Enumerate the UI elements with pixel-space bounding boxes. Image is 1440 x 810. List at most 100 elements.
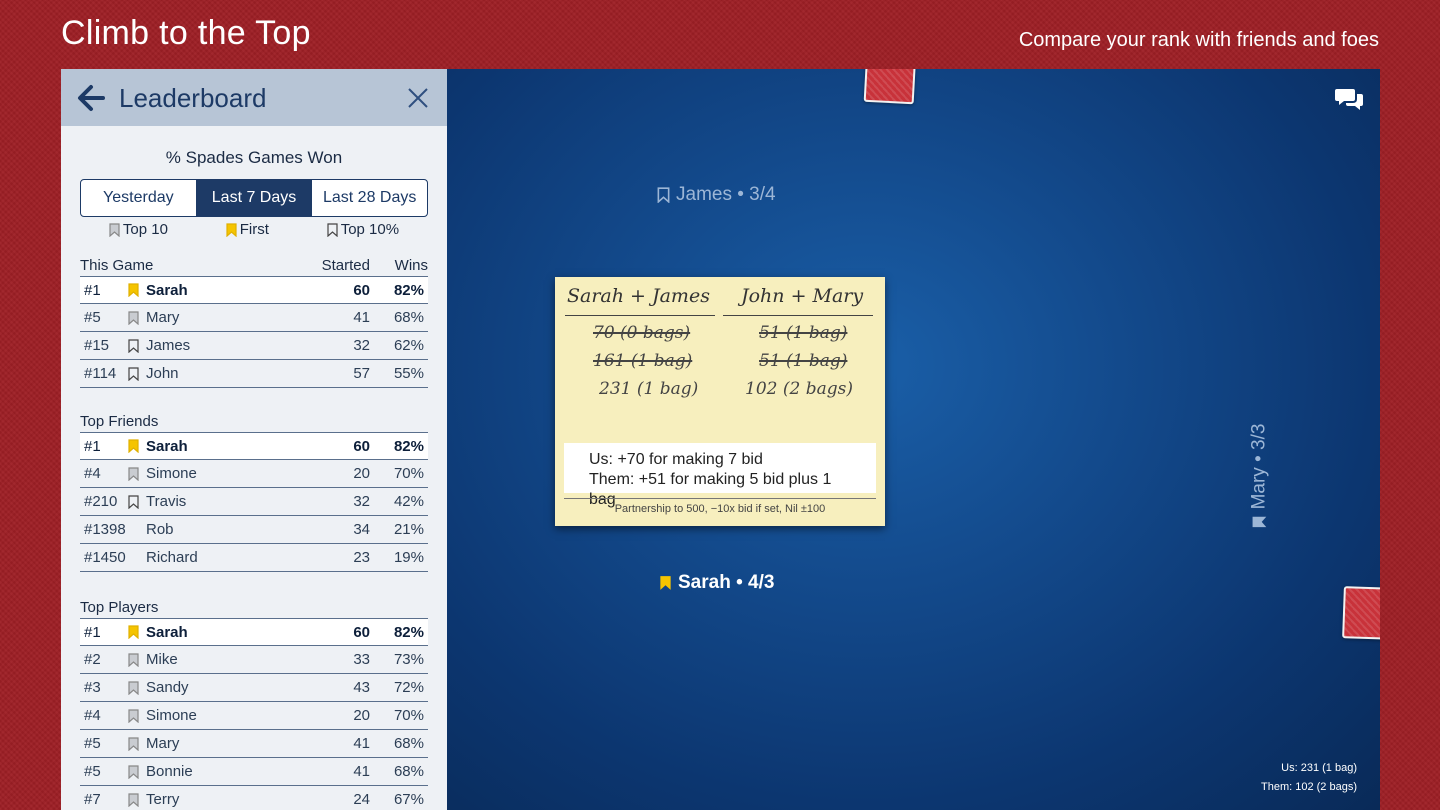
row-rank: #5 [84,309,101,326]
leaderboard-row[interactable]: #1 Sarah 60 82% [80,618,428,646]
section-title: Top Friends [80,413,159,430]
row-name: Sarah [146,281,188,299]
legend-first-label: First [239,221,269,238]
team1-rule [565,315,715,316]
row-wins: 42% [393,493,424,510]
team1-heading: Sarah + James [567,285,710,307]
row-name: James [146,337,191,354]
row-name: Simone [146,465,197,482]
row-rank: #4 [84,707,101,724]
row-name: Richard [146,549,198,566]
back-arrow-icon[interactable] [77,84,105,112]
row-wins: 72% [393,679,424,696]
row-name: Mike [146,651,178,668]
leaderboard-row[interactable]: #210 Travis 32 42% [80,488,428,516]
leaderboard-row[interactable]: #1 Sarah 60 82% [80,276,428,304]
section-title: Top Players [80,599,159,616]
leaderboard-header: Leaderboard [61,69,447,126]
player-north-label: James • 3/4 [676,184,776,205]
row-started: 41 [353,309,370,326]
leaderboard-row[interactable]: #1398 Rob 34 21% [80,516,428,544]
stat-title: % Spades Games Won [165,148,343,167]
leaderboard-row[interactable]: #2 Mike 33 73% [80,646,428,674]
row-badge [128,625,146,639]
column-wins: Wins [394,257,428,274]
leaderboard-row[interactable]: #4 Simone 20 70% [80,702,428,730]
leaderboard-row[interactable]: #3 Sandy 43 72% [80,674,428,702]
leaderboard-row[interactable]: #5 Bonnie 41 68% [80,758,428,786]
row-started: 34 [353,521,370,538]
row-wins: 82% [393,437,424,455]
team2-rule [723,315,873,316]
score-explanation: Us: +70 for making 7 bid Them: +51 for m… [564,443,876,508]
row-rank: #5 [84,763,101,780]
row-badge [128,652,146,667]
range-last-28-days-button[interactable]: Last 28 Days [312,180,427,216]
leaderboard-row[interactable]: #4 Simone 20 70% [80,460,428,488]
range-last-7-days-button[interactable]: Last 7 Days [196,180,313,216]
leaderboard-title: Leaderboard [119,83,267,113]
row-name: Simone [146,707,197,724]
section-header: Top Friends [80,410,428,432]
bookmark-grey-icon [128,680,139,695]
leaderboard-row[interactable]: #114 John 57 55% [80,360,428,388]
row-wins: 55% [393,365,424,382]
row-rank: #2 [84,651,101,668]
row-rank: #1450 [84,549,126,566]
bookmark-outline-icon [657,187,670,203]
row-badge [128,338,146,353]
row-wins: 68% [393,763,424,780]
row-badge [128,764,146,779]
bookmark-grey-icon [128,792,139,807]
row-rank: #3 [84,679,101,696]
banner-subtitle: Compare your rank with friends and foes [1018,29,1379,51]
leaderboard-row[interactable]: #1450 Richard 23 19% [80,544,428,572]
bookmark-outline-icon [128,494,139,509]
rules-text: Partnership to 500, −10x bid if set, Nil… [614,503,826,515]
leaderboard-row[interactable]: #5 Mary 41 68% [80,304,428,332]
row-wins: 19% [393,549,424,566]
row-started: 33 [353,651,370,668]
bookmark-outline-icon [128,366,139,381]
row-rank: #1 [84,281,101,299]
row-rank: #114 [84,365,117,382]
row-name: Terry [146,791,180,808]
team2-heading: John + Mary [741,285,864,307]
leaderboard-section: Top Friends #1 Sarah 60 82% #4 Simone 20 70% #210… [80,410,428,572]
badge-legend: Top 10 First Top 10% [80,221,428,238]
leaderboard-row[interactable]: #1 Sarah 60 82% [80,432,428,460]
score-summary: Us: 231 (1 bag) Them: 102 (2 bags) [1261,759,1357,797]
row-name: Bonnie [146,763,193,780]
row-started: 60 [353,437,370,455]
row-name: Rob [146,521,174,538]
row-name: Mary [146,309,180,326]
player-east-label: Mary • 3/3 [1248,423,1270,510]
leaderboard-row[interactable]: #7 Terry 24 67% [80,786,428,810]
bookmark-grey-icon [109,222,120,237]
row-rank: #5 [84,735,101,752]
row-started: 41 [353,735,370,752]
close-icon[interactable] [407,87,429,109]
bookmark-gold-icon [226,222,237,237]
row-name: John [146,365,179,382]
row-wins: 68% [393,735,424,752]
player-east[interactable]: Mary • 3/3 [1248,424,1270,529]
summary-us: Us: 231 (1 bag) [1281,762,1357,774]
chat-icon[interactable] [1334,87,1364,113]
row-badge [128,310,146,325]
row-badge [128,466,146,481]
card-back-right [1342,586,1380,640]
leaderboard-row[interactable]: #5 Mary 41 68% [80,730,428,758]
team1-score-3: 231 (1 bag) [599,379,699,399]
row-name: Travis [146,493,187,510]
row-wins: 62% [393,337,424,354]
leaderboard-row[interactable]: #15 James 32 62% [80,332,428,360]
row-rank: #15 [84,337,110,354]
player-south[interactable]: Sarah • 4/3 [659,572,774,594]
team2-score-1: 51 (1 bag) [759,323,848,343]
row-rank: #1 [84,437,101,455]
player-north[interactable]: James • 3/4 [657,184,776,206]
range-yesterday-button[interactable]: Yesterday [81,180,197,216]
row-wins: 70% [393,465,424,482]
row-wins: 68% [393,309,424,326]
